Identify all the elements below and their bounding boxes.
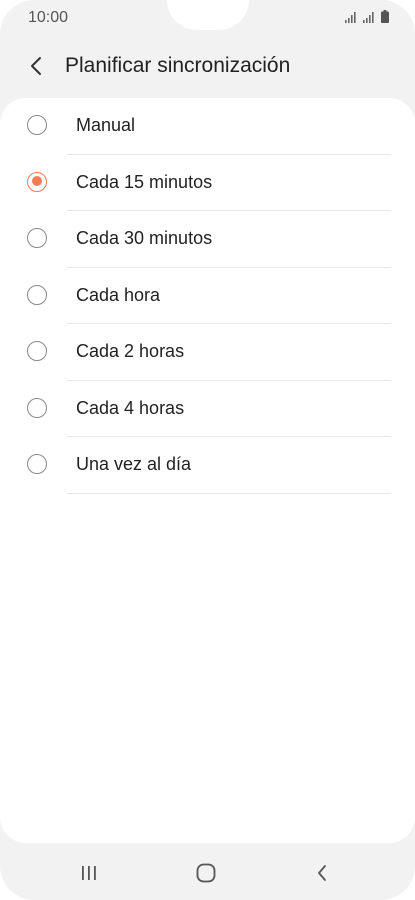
home-icon <box>196 863 216 883</box>
signal-icon <box>345 11 358 23</box>
option-every-15-minutes[interactable]: Cada 15 minutos <box>0 155 415 211</box>
page-title: Planificar sincronización <box>65 54 291 77</box>
radio-button[interactable] <box>27 454 47 474</box>
back-icon <box>318 865 326 881</box>
home-button[interactable] <box>191 861 221 885</box>
radio-button[interactable] <box>27 228 47 248</box>
option-label: Manual <box>76 115 136 135</box>
option-label: Cada 30 minutos <box>76 228 213 248</box>
status-icons <box>345 10 389 23</box>
radio-button[interactable] <box>27 115 47 135</box>
phone-screen: 10:00 Planificar sincronización Manual C… <box>0 0 415 900</box>
battery-icon <box>381 10 389 23</box>
navigation-bar <box>0 843 415 900</box>
option-every-30-minutes[interactable]: Cada 30 minutos <box>0 211 415 268</box>
option-once-a-day[interactable]: Una vez al día <box>0 437 415 494</box>
option-every-2-hours[interactable]: Cada 2 horas <box>0 324 415 381</box>
option-label: Cada 15 minutos <box>76 171 213 192</box>
option-manual[interactable]: Manual <box>0 98 415 155</box>
radio-button[interactable] <box>27 284 47 305</box>
chevron-left-icon <box>31 57 41 75</box>
recent-apps-icon <box>82 866 96 880</box>
radio-button[interactable] <box>27 397 47 418</box>
option-every-4-hours[interactable]: Cada 4 horas <box>0 381 415 437</box>
recent-apps-button[interactable] <box>74 861 104 885</box>
option-label: Cada hora <box>76 284 161 305</box>
option-every-hour[interactable]: Cada hora <box>0 268 415 324</box>
radio-button-selected[interactable] <box>27 171 47 192</box>
status-time: 10:00 <box>28 9 69 26</box>
status-bar: 10:00 <box>0 0 415 34</box>
back-nav-button[interactable] <box>307 861 337 885</box>
divider <box>67 492 391 494</box>
back-button[interactable] <box>22 52 50 80</box>
sync-schedule-options: Manual Cada 15 minutos Cada 30 minutos C… <box>0 98 415 494</box>
header: Planificar sincronización <box>0 44 415 88</box>
option-label: Cada 2 horas <box>76 341 185 361</box>
option-label: Una vez al día <box>76 454 192 474</box>
signal-icon <box>363 11 376 23</box>
content-card: Manual Cada 15 minutos Cada 30 minutos C… <box>0 98 415 843</box>
option-label: Cada 4 horas <box>76 397 185 418</box>
radio-button[interactable] <box>27 341 47 361</box>
